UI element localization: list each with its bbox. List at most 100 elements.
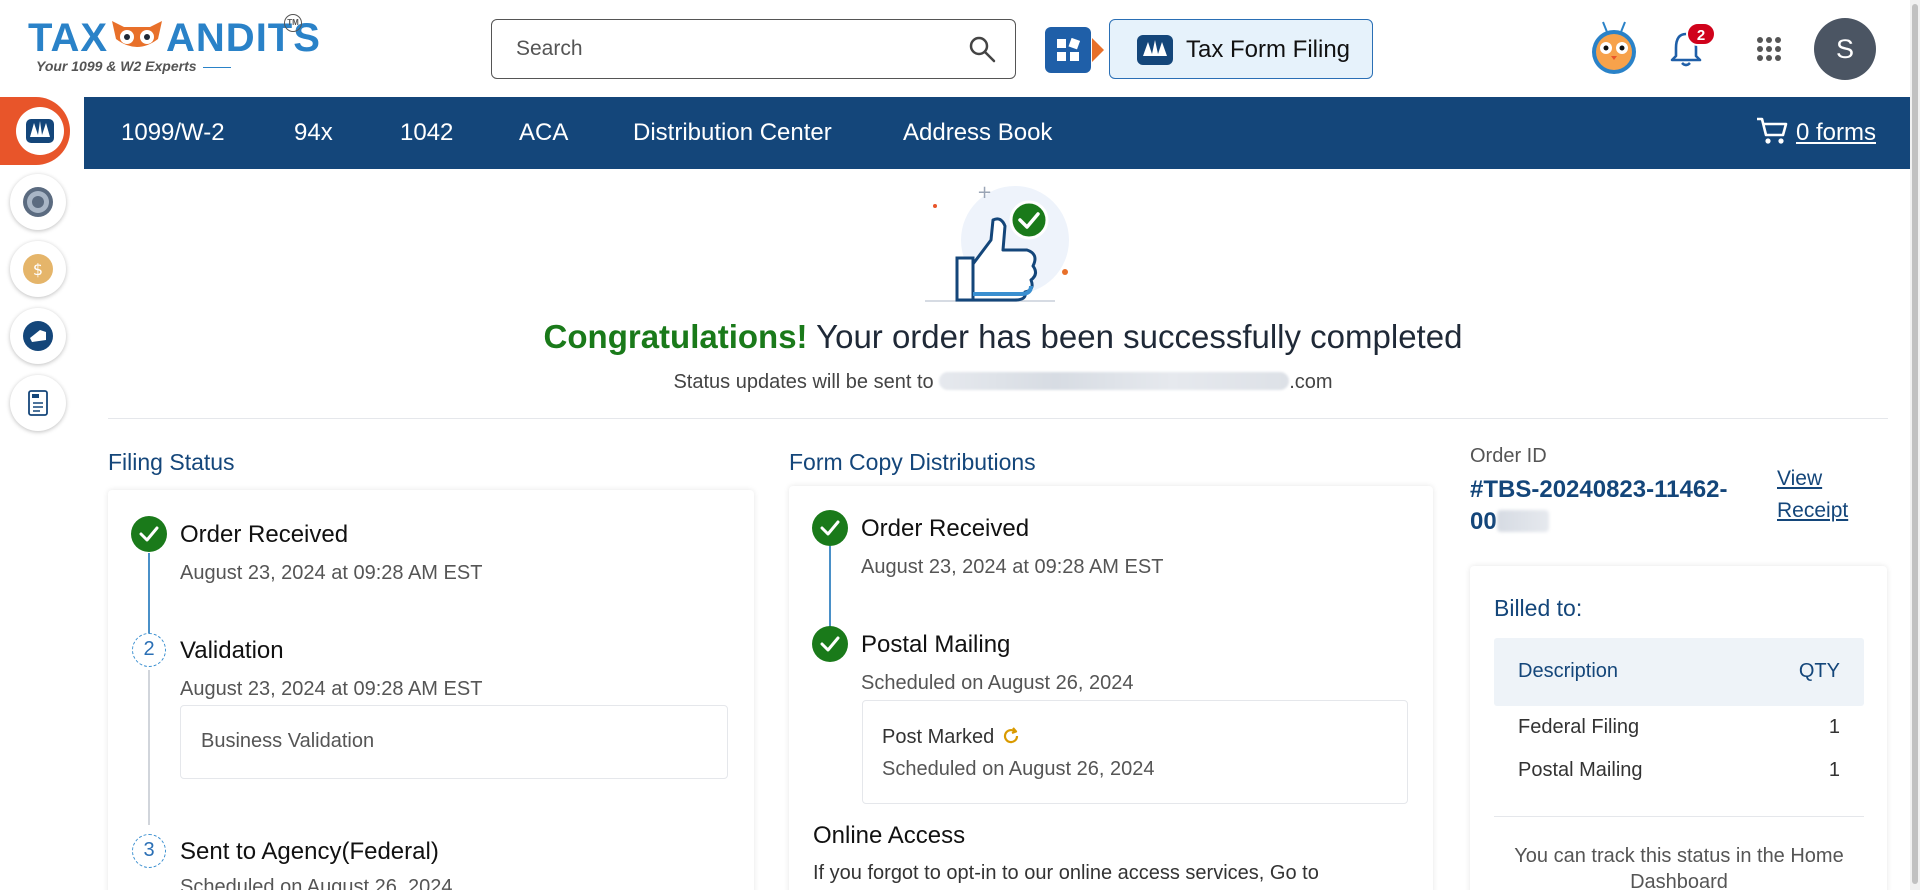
user-avatar[interactable]: S <box>1814 18 1876 80</box>
post-marked-label: Post Marked <box>882 726 1020 749</box>
rail-item-truck[interactable] <box>10 308 66 364</box>
nav-item-1099-w2[interactable]: 1099/W-2 <box>121 119 225 147</box>
refresh-icon[interactable] <box>1002 727 1020 745</box>
order-id-label: Order ID <box>1470 445 1547 467</box>
check-icon <box>820 636 840 652</box>
windows-grid-icon <box>1057 38 1080 61</box>
step-complete-badge <box>812 510 848 546</box>
apps-grid-icon[interactable] <box>1756 36 1782 62</box>
step-complete-badge <box>812 626 848 662</box>
online-access-text: If you forgot to opt-in to our online ac… <box>813 862 1319 884</box>
check-icon <box>139 526 159 542</box>
brand-tagline: Your 1099 & W2 Experts <box>36 58 237 74</box>
validation-detail-box: Business Validation <box>180 705 728 779</box>
search-input[interactable] <box>516 32 946 66</box>
nav-item-1042[interactable]: 1042 <box>400 119 453 147</box>
success-heading: Congratulations! Your order has been suc… <box>108 318 1898 356</box>
view-receipt-link[interactable]: View Receipt <box>1777 463 1877 527</box>
nav-item-94x[interactable]: 94x <box>294 119 333 147</box>
product-label: Tax Form Filing <box>1186 36 1351 63</box>
thumbs-up-success-icon: + <box>925 182 1069 302</box>
order-id-line2: 00 <box>1470 508 1497 535</box>
validation-detail: Business Validation <box>201 730 375 752</box>
success-message: Your order has been successfully complet… <box>807 318 1463 355</box>
order-id-line1: #TBS-20240823-11462- <box>1470 476 1728 503</box>
step-date: August 23, 2024 at 09:28 AM EST <box>180 678 483 700</box>
svg-text:$: $ <box>33 260 43 279</box>
assistant-owl-icon[interactable] <box>1589 20 1639 76</box>
svg-text:+: + <box>977 182 992 203</box>
rail-item-w9[interactable] <box>10 375 66 431</box>
cart-link[interactable]: 0 forms <box>1756 117 1876 147</box>
step-complete-badge <box>131 516 167 552</box>
post-marked-title: Post Marked <box>882 726 995 748</box>
cart-icon <box>1756 117 1788 144</box>
nav-item-aca[interactable]: ACA <box>519 119 568 147</box>
scrollbar-thumb[interactable] <box>1912 4 1918 884</box>
col-description: Description <box>1518 660 1619 682</box>
billing-row: Postal Mailing 1 <box>1494 751 1864 791</box>
billing-table-header: Description QTY <box>1494 638 1864 706</box>
status-prefix-text: Status updates will be sent to <box>673 371 940 393</box>
rail-item-payments[interactable]: $ <box>10 241 66 297</box>
irs-eagle-icon <box>16 107 64 155</box>
step-date: Scheduled on August 26, 2024 <box>861 672 1134 694</box>
page-scrollbar[interactable] <box>1910 0 1920 890</box>
col-qty: QTY <box>1798 660 1840 682</box>
search-box[interactable] <box>491 19 1016 79</box>
step-title: Order Received <box>180 521 349 548</box>
search-icon[interactable] <box>967 34 997 64</box>
timeline-line <box>148 670 150 825</box>
truck-badge-icon <box>23 321 53 351</box>
left-app-rail: $ <box>0 97 70 890</box>
step-date: August 23, 2024 at 09:28 AM EST <box>861 556 1164 578</box>
billed-to-title: Billed to: <box>1494 595 1583 621</box>
step-date: Scheduled on August 26, 2024 <box>180 876 453 890</box>
billing-description: Federal Filing <box>1518 716 1640 738</box>
distributions-title: Form Copy Distributions <box>789 449 1036 475</box>
seal-icon <box>23 187 53 217</box>
main-nav: 1099/W-2 94x 1042 ACA Distribution Cente… <box>84 97 1910 169</box>
app-switcher-button[interactable] <box>1045 27 1091 73</box>
billing-qty: 1 <box>1828 716 1840 738</box>
dollar-coin-icon: $ <box>23 254 53 284</box>
step-date: August 23, 2024 at 09:28 AM EST <box>180 562 483 584</box>
nav-item-address-book[interactable]: Address Book <box>903 119 1052 147</box>
filing-status-title: Filing Status <box>108 449 235 475</box>
timeline-line <box>829 546 831 628</box>
billing-description: Postal Mailing <box>1518 759 1643 781</box>
redacted-order-suffix <box>1496 510 1549 532</box>
notification-badge: 2 <box>1686 22 1716 46</box>
trademark-mark: TM <box>284 14 302 32</box>
timeline-line <box>148 553 150 635</box>
brand-logo[interactable]: TAX ANDITS TM Your 1099 & W2 Experts <box>28 12 320 78</box>
order-id-value: #TBS-20240823-11462- 00 <box>1470 474 1760 538</box>
billing-row: Federal Filing 1 <box>1494 708 1864 748</box>
cart-count: 0 forms <box>1795 119 1876 146</box>
product-switch-button[interactable]: Tax Form Filing <box>1109 19 1373 79</box>
step-title: Validation <box>180 637 284 664</box>
top-header: TAXANDITS TM Your 1099 & W2 Experts Tax … <box>0 0 1910 97</box>
nav-item-distribution-center[interactable]: Distribution Center <box>633 119 832 147</box>
rail-item-seal[interactable] <box>10 174 66 230</box>
track-status-note: You can track this status in the Home Da… <box>1514 845 1844 890</box>
step-title: Order Received <box>861 515 1030 542</box>
post-marked-date: Scheduled on August 26, 2024 <box>882 758 1155 780</box>
section-divider <box>108 418 1888 419</box>
step-number-badge: 3 <box>132 834 166 868</box>
irs-eagle-icon <box>1137 35 1173 65</box>
step-title: Postal Mailing <box>861 631 1011 658</box>
brand-name-part1: TAX <box>28 16 109 60</box>
post-marked-box: Post Marked Scheduled on August 26, 2024 <box>862 700 1408 804</box>
w9-document-icon <box>28 390 48 416</box>
online-access-title: Online Access <box>813 822 966 849</box>
congrats-text: Congratulations! <box>543 318 808 355</box>
redacted-email <box>939 372 1290 390</box>
rail-item-taxbandits[interactable] <box>0 97 70 165</box>
owl-logo-icon <box>112 21 163 47</box>
step-number-badge: 2 <box>132 633 166 667</box>
check-icon <box>820 520 840 536</box>
status-email-note: Status updates will be sent to .com <box>108 371 1898 394</box>
switcher-arrow-icon <box>1092 38 1104 62</box>
email-suffix-text: .com <box>1289 371 1333 393</box>
